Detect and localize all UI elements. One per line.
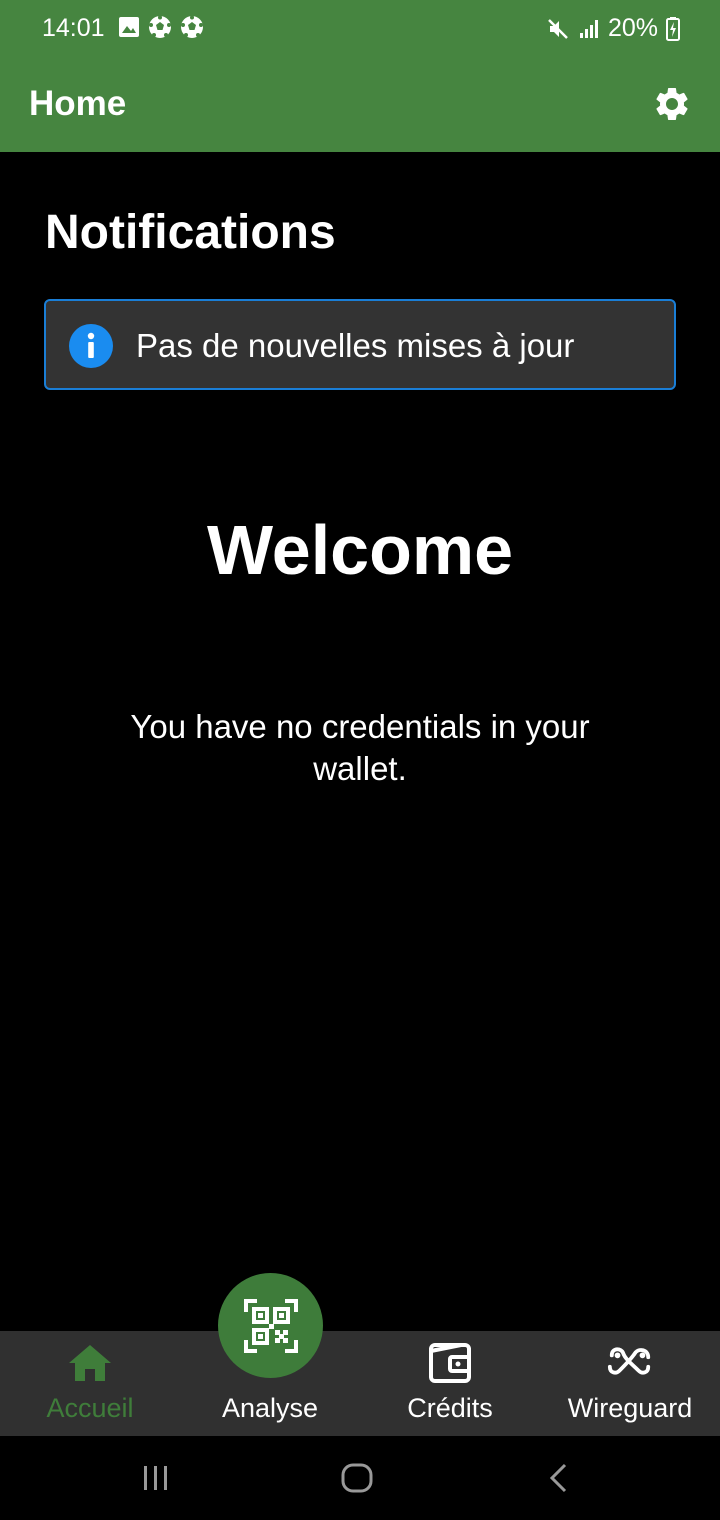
mute-icon <box>548 18 568 39</box>
home-system-button[interactable] <box>332 1456 382 1500</box>
back-button[interactable] <box>534 1456 584 1500</box>
battery-percent: 20% <box>607 14 658 42</box>
settings-button[interactable] <box>652 84 692 124</box>
soccer-ball-icon <box>181 15 203 38</box>
notification-message: Pas de nouvelles mises à jour <box>136 327 575 364</box>
signal-icon <box>579 19 598 38</box>
status-notification-icons <box>118 15 204 39</box>
qr-code-icon <box>243 1298 298 1353</box>
wireguard-icon <box>606 1341 654 1385</box>
gear-icon <box>656 87 688 120</box>
empty-wallet-message: You have no credentials in your wallet. <box>130 708 590 787</box>
system-navigation-bar <box>0 1436 720 1520</box>
page-title: Home <box>29 84 127 123</box>
recents-button[interactable] <box>131 1456 181 1500</box>
nav-label: Accueil <box>46 1393 134 1423</box>
gallery-icon <box>119 17 139 37</box>
app-bar: Home <box>0 56 720 152</box>
home-icon <box>66 1341 114 1385</box>
home-circle-icon <box>341 1463 373 1493</box>
back-icon <box>549 1463 567 1493</box>
soccer-ball-icon <box>149 15 171 38</box>
notifications-heading: Notifications <box>45 206 336 259</box>
welcome-heading: Welcome <box>206 511 514 589</box>
status-time: 14:01 <box>42 14 105 42</box>
status-bar: 14:01 20% <box>0 0 720 56</box>
info-icon <box>69 324 113 368</box>
notification-card: Pas de nouvelles mises à jour <box>44 299 676 390</box>
nav-item-accueil[interactable]: Accueil <box>0 1331 180 1436</box>
status-system-icons: 20% <box>546 14 680 43</box>
nav-item-credits[interactable]: Crédits <box>360 1331 540 1436</box>
nav-item-wireguard[interactable]: Wireguard <box>540 1331 720 1436</box>
recents-icon <box>144 1466 167 1490</box>
scan-qr-button[interactable] <box>218 1273 323 1378</box>
nav-label: Analyse <box>221 1393 319 1423</box>
wallet-icon <box>426 1341 474 1385</box>
battery-charging-icon <box>666 16 680 41</box>
nav-label: Crédits <box>407 1393 493 1423</box>
bottom-navigation: Accueil Analyse Crédits Wireguard <box>0 1331 720 1436</box>
nav-label: Wireguard <box>567 1393 693 1423</box>
